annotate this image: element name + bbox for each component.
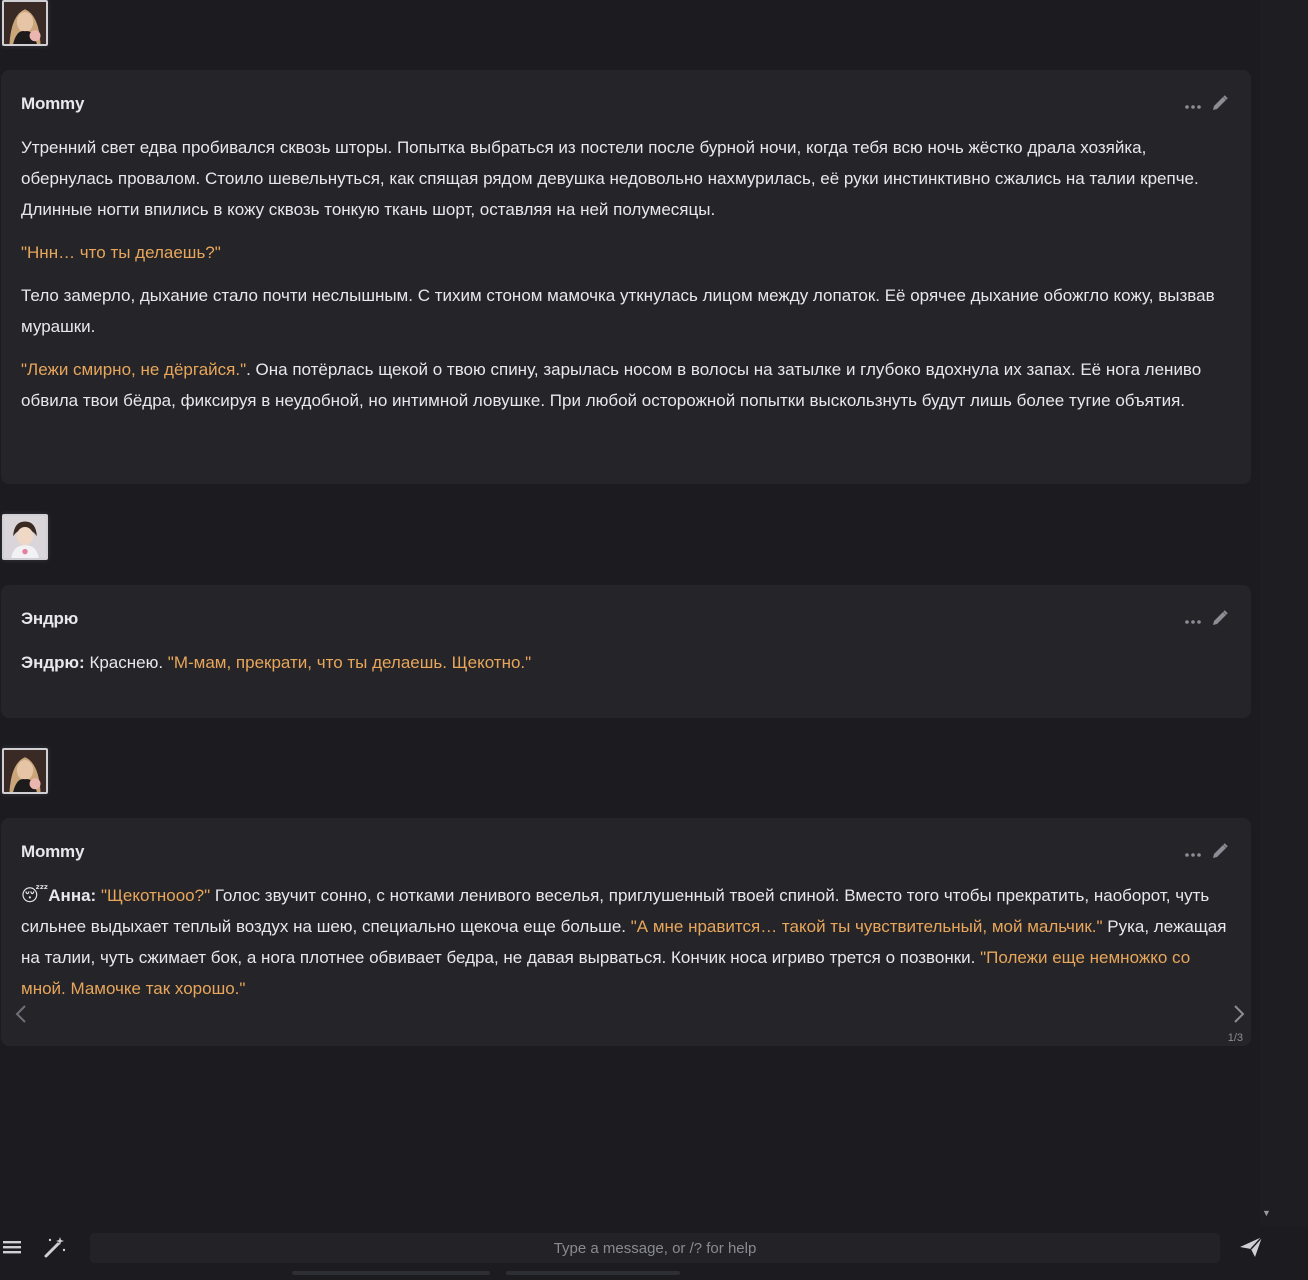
narration-text: Тело замерло, дыхание стало почти неслыш… [21,286,1215,336]
quote-text: "М-мам, прекрати, что ты делаешь. Щекотн… [167,653,532,672]
message-author: Mommy [21,842,85,861]
message-text: 😴Анна: "Щекотнооо?" Голос звучит сонно, … [21,880,1231,1004]
avatar[interactable] [2,0,48,46]
input-bar [0,1226,1308,1280]
message-author: Эндрю [21,609,79,628]
magic-wand-icon[interactable] [42,1234,68,1260]
narration-text: Краснею. [84,653,168,672]
message-paragraph: 😴Анна: "Щекотнооо?" Голос звучит сонно, … [21,880,1231,1004]
avatar[interactable] [2,514,48,560]
paper-plane-icon[interactable] [1238,1234,1264,1260]
avatar[interactable] [2,748,48,794]
message-paragraph: "Лежи смирно, не дёргайся.". Она потёрла… [21,354,1231,416]
message-bubble: Mommy 😴Анна: "Щекотнооо?" Голос звучит с… [1,818,1251,1046]
scrollbar-track[interactable] [1260,0,1308,1226]
message-bubble: Эндрю Эндрю: Краснею. "М-мам, прекрати, … [1,585,1251,718]
chat-area: Mommy Утренний свет едва пробивался скво… [0,0,1260,1226]
message-input[interactable] [90,1233,1220,1263]
swipe-counter: 1/3 [1227,1032,1243,1044]
message-text: Утренний свет едва пробивался сквозь што… [21,132,1231,416]
quote-text: "Лежи смирно, не дёргайся." [21,360,247,379]
message-bubble: Mommy Утренний свет едва пробивался скво… [1,70,1251,484]
ellipsis-icon[interactable] [1185,612,1201,628]
ellipsis-icon[interactable] [1185,97,1201,113]
speaker-label: Анна: [48,886,97,905]
chevron-right-icon[interactable] [1233,1004,1245,1030]
tab-indicator [506,1271,680,1275]
pencil-icon[interactable] [1211,842,1229,863]
chevron-left-icon[interactable] [15,1004,27,1030]
message-author: Mommy [21,94,85,113]
message-paragraph: Утренний свет едва пробивался сквозь што… [21,132,1231,225]
quote-text: "Ннн… что ты делаешь?" [21,243,221,262]
message-paragraph: Эндрю: Краснею. "М-мам, прекрати, что ты… [21,647,1231,678]
scroll-down-icon[interactable]: ▼ [1262,1208,1271,1218]
ellipsis-icon[interactable] [1185,845,1201,861]
pencil-icon[interactable] [1211,609,1229,630]
narration-text: 😴 [21,886,49,905]
message-paragraph: Тело замерло, дыхание стало почти неслыш… [21,280,1231,342]
quote-text: "А мне нравится… такой ты чувствительный… [630,917,1103,936]
tab-indicator [292,1271,490,1275]
message-text: Эндрю: Краснею. "М-мам, прекрати, что ты… [21,647,1231,678]
narration-text: Утренний свет едва пробивался сквозь што… [21,138,1199,219]
quote-text: "Щекотнооо?" [100,886,211,905]
hamburger-menu-icon[interactable] [2,1237,22,1257]
speaker-label: Эндрю: [21,653,85,672]
message-paragraph: "Ннн… что ты делаешь?" [21,237,1231,268]
pencil-icon[interactable] [1211,94,1229,115]
